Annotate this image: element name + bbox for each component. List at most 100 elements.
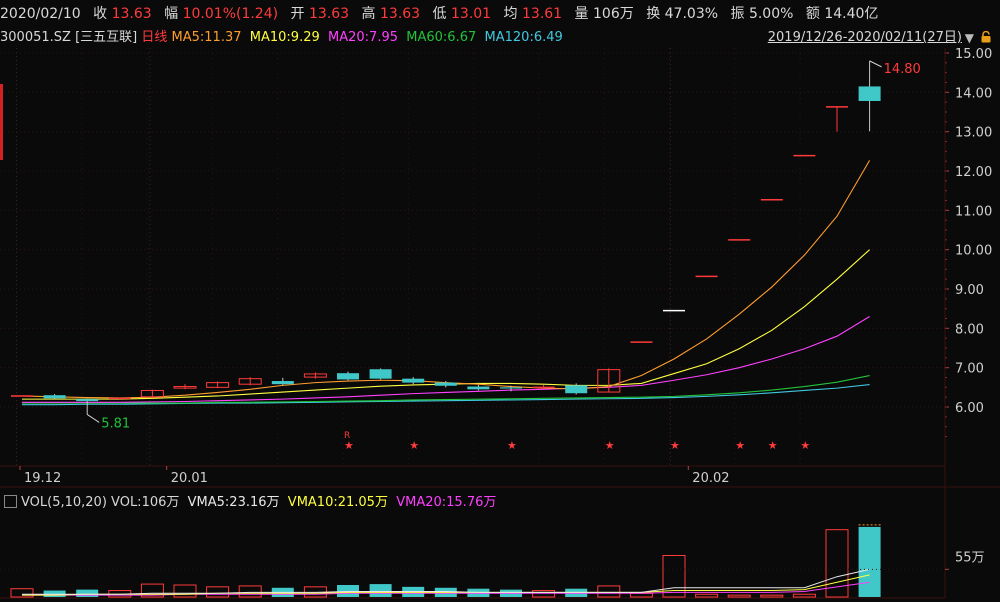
change-value: 10.01%(1.24) [182,6,279,22]
candle-1-body [43,395,66,399]
avg-label: 均 [503,6,518,22]
price-tick-label: 9.00 [955,283,984,298]
candle-13-body [434,382,457,386]
volume-legend: VOL:106万 [111,495,180,510]
volume-ma-lines [22,568,870,596]
turnover-label: 换 [646,6,661,22]
volume-bar-19 [629,592,653,598]
low-label: 低 [432,6,447,22]
ma5-line [21,160,871,399]
r-mark: R [344,431,350,441]
grid-lines [0,48,1000,599]
price-tick-label: 6.00 [955,401,984,416]
date-range[interactable]: 2019/12/26-2020/02/11(27日) [768,28,962,48]
signal-star: ★ [735,439,745,452]
signal-stars: ★ ★ ★ ★ ★ ★ ★ ★R [344,431,810,452]
turnover-value: 47.03% [664,6,719,22]
ma60-legend: MA60:6.67 [406,30,477,45]
date-axis: 19.12 20.01 20.02 [19,466,730,486]
candle-2-body [76,399,99,402]
change-label: 幅 [164,6,179,22]
volume-bar-0 [10,588,34,598]
vma10-legend: VMA10:21.05万 [287,495,388,510]
high-label: 高 [361,6,376,22]
candle-17-body [565,385,588,394]
candle-26-body [858,86,881,101]
candle-15-body [500,387,522,389]
ma10-legend: MA10:9.29 [249,30,320,45]
volume-bar-21 [695,593,719,598]
volume-bar-24 [792,593,816,598]
ma-lines [21,160,871,406]
price-tick-label: 15.00 [955,47,992,62]
signal-star: ★ [670,439,680,452]
volume-bar-2 [76,589,99,597]
volume-bar-7 [238,585,262,598]
price-tick-label: 14.00 [955,86,992,101]
panel-toggle-icon[interactable] [4,495,17,508]
signal-star: ★ [768,439,778,452]
volume-value: 106万 [593,6,634,22]
amount-label: 额 [805,6,820,22]
ma120-legend: MA120:6.49 [484,30,563,45]
volume-bar-6 [206,586,230,598]
close-label: 收 [93,6,108,22]
volume-bar-11 [369,584,392,597]
low-pointer [86,414,100,423]
volume-bar-5 [173,584,197,598]
lock-icon[interactable] [980,31,992,43]
price-axis: 6.00 7.00 8.00 9.00 10.00 11.00 12.00 13.00 14.0… [945,47,992,437]
volume-legend-bar: VOL(5,10,20) VOL:106万 VMA5:23.16万 VMA10:… [0,492,1000,514]
avg-value: 13.61 [522,6,563,22]
signal-star: ★ [605,439,615,452]
close-value: 13.63 [111,6,152,22]
volume-bars [10,524,881,598]
amplitude-label: 振 [730,6,745,22]
high-value: 13.63 [380,6,421,22]
volume-axis: 55万 [0,550,985,570]
left-edge-marker [0,84,3,160]
price-tick-label: 11.00 [955,204,992,219]
price-tick-label: 12.00 [955,165,992,180]
amount-value: 14.40亿 [824,6,879,22]
volume-bar-23 [760,594,784,598]
ma5-legend: MA5:11.37 [171,30,242,45]
volume-bar-18 [597,585,621,598]
price-annotations: 14.80 5.81 [86,60,921,431]
candles [11,60,881,415]
price-tick-label: 8.00 [955,322,984,337]
volume-tick-label: 55万 [955,550,985,565]
volume-label: 量 [574,6,589,22]
low-label: 5.81 [101,416,130,431]
vma5-legend: VMA5:23.16万 [187,495,280,510]
low-value: 13.01 [451,6,492,22]
price-tick-label: 10.00 [955,244,992,259]
volume-indicator-title[interactable]: VOL(5,10,20) [21,495,107,510]
ma20-line [22,316,870,403]
candle-8-body [271,381,294,385]
ma10-line [22,249,870,400]
quote-date: 2020/02/10 [0,6,81,22]
candle-10-body [337,373,359,380]
volume-bar-26 [858,526,881,597]
amplitude-value: 5.00% [748,6,794,22]
high-label: 14.80 [884,62,921,77]
high-pointer [869,60,882,68]
date-tick-label: 20.02 [692,471,729,486]
candle-12-body [402,378,425,383]
open-value: 13.63 [309,6,350,22]
price-tick-label: 7.00 [955,362,984,377]
ma20-legend: MA20:7.95 [328,30,398,45]
stock-code[interactable]: 300051.SZ [0,30,71,45]
period-label[interactable]: 日线 [141,30,167,45]
vma20-legend: VMA20:15.76万 [396,495,497,510]
signal-star: ★ [507,439,517,452]
volume-bar-22 [727,594,751,598]
price-tick-label: 13.00 [955,126,992,141]
stock-name[interactable]: [三五互联] [75,30,137,45]
candle-11-body [369,369,392,379]
dropdown-arrow-icon[interactable]: ▼ [965,28,974,48]
signal-star: ★ [409,439,419,452]
quote-info-bar: 2020/02/10 收 13.63 幅 10.01%(1.24) 开 13.6… [0,0,1000,28]
open-label: 开 [290,6,305,22]
